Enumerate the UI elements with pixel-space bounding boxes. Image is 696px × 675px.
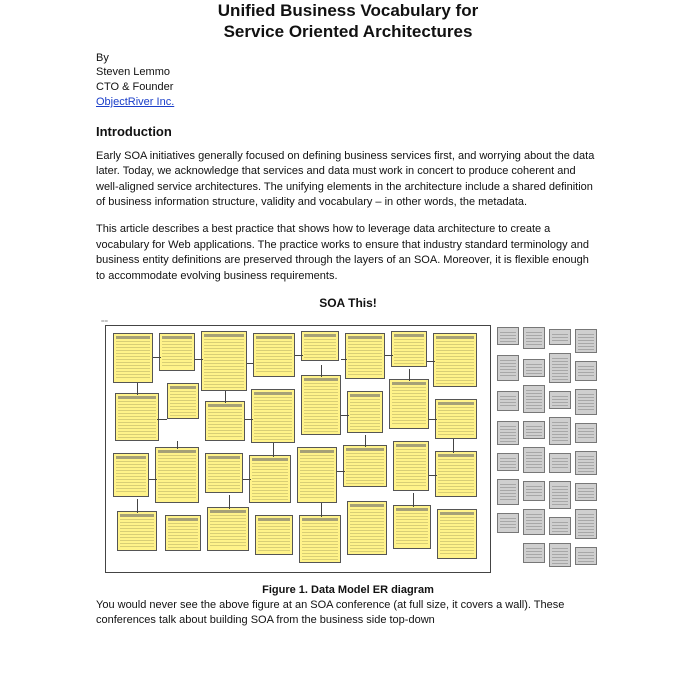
after-figure-paragraph: You would never see the above figure at …: [96, 598, 600, 629]
figure-subtitle: SOA This!: [96, 296, 600, 310]
document-page: Unified Business Vocabulary for Service …: [48, 0, 648, 649]
byline-role: CTO & Founder: [96, 81, 173, 93]
er-diagram: ==: [96, 318, 602, 580]
byline-by: By: [96, 52, 109, 64]
intro-paragraph-1: Early SOA initiatives generally focused …: [96, 149, 600, 211]
intro-paragraph-2: This article describes a best practice t…: [96, 222, 600, 284]
title-line-1: Unified Business Vocabulary for: [218, 1, 478, 20]
byline-company-link[interactable]: ObjectRiver Inc.: [96, 96, 174, 108]
title-line-2: Service Oriented Architectures: [224, 22, 473, 41]
figure-1: ==: [96, 318, 600, 580]
figure-1-caption: Figure 1. Data Model ER diagram: [96, 584, 600, 596]
byline-block: By Steven Lemmo CTO & Founder ObjectRive…: [96, 51, 600, 110]
intro-heading: Introduction: [96, 124, 600, 139]
byline-author: Steven Lemmo: [96, 66, 170, 78]
page-title: Unified Business Vocabulary for Service …: [96, 0, 600, 43]
